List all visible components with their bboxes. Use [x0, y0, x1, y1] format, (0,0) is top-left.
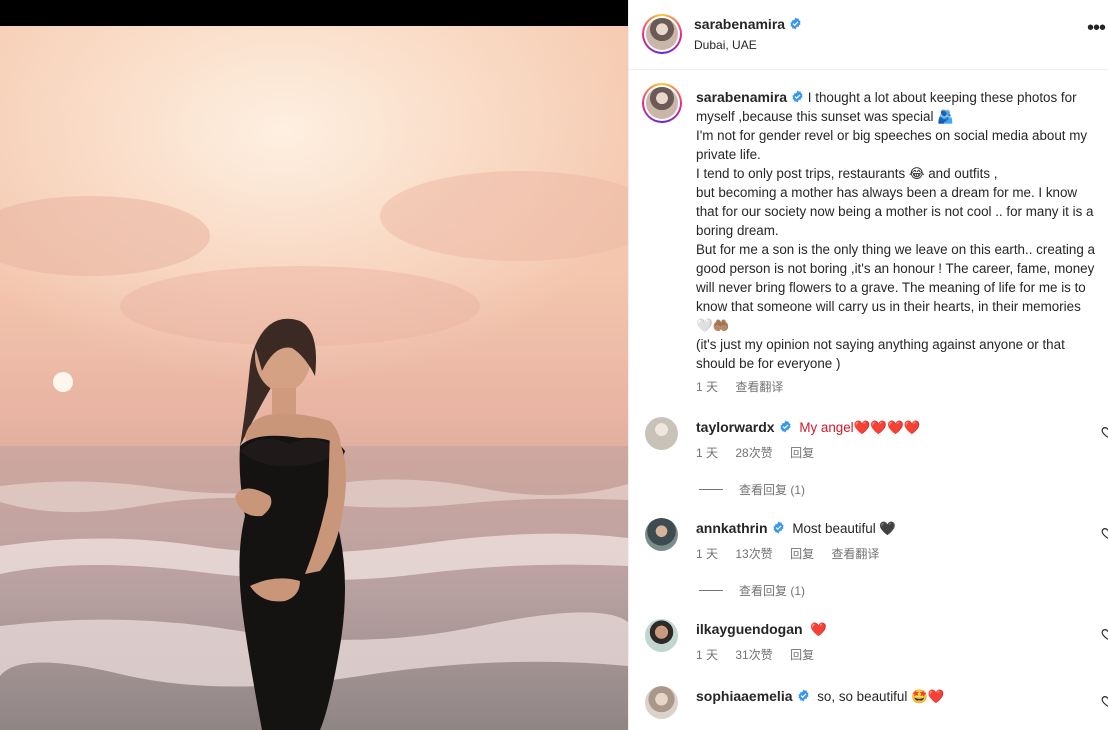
caption-author-avatar[interactable] [642, 83, 682, 123]
post-header: sarabenamira Dubai, UAE ••• [629, 0, 1108, 70]
comment-body: so, so beautiful 🤩❤️ [817, 689, 945, 704]
comment-username[interactable]: annkathrin [696, 520, 768, 536]
author-username[interactable]: sarabenamira [694, 16, 785, 32]
verified-badge-icon [790, 17, 801, 30]
comment-body: Most beautiful 🖤 [792, 521, 897, 536]
comment-avatar[interactable] [645, 417, 678, 450]
heart-outline-icon[interactable] [1101, 526, 1108, 540]
comment-likes[interactable]: 31次赞 [735, 648, 772, 662]
comment-likes[interactable]: 13次赞 [735, 547, 772, 561]
heart-outline-icon[interactable] [1101, 425, 1108, 439]
comment-avatar[interactable] [645, 619, 678, 652]
comment-likes[interactable]: 28次赞 [735, 446, 772, 460]
comment-body: My angel❤️❤️❤️❤️ [799, 420, 921, 435]
comment-meta: 1 天 28次赞 回复 [696, 444, 828, 461]
top-black-bar [0, 0, 628, 26]
verified-badge-icon [773, 521, 784, 534]
caption-text-5: But for me a son is the only thing we le… [696, 242, 1095, 333]
comment-translate-link[interactable]: 查看翻译 [831, 547, 879, 561]
comment-avatar[interactable] [645, 686, 678, 719]
post-side-panel: sarabenamira Dubai, UAE ••• sarabenamira… [628, 0, 1108, 730]
comment-avatar[interactable] [645, 518, 678, 551]
caption-translate-link[interactable]: 查看翻译 [735, 380, 783, 394]
view-replies-button[interactable]: 查看回复 (1) [699, 481, 805, 498]
comment-meta: 1 天 31次赞 回复 [696, 646, 828, 663]
post-caption: sarabenamira I thought a lot about keepi… [696, 88, 1101, 373]
caption-meta: 1 天 查看翻译 [696, 378, 797, 395]
replies-divider-line [699, 590, 723, 591]
comment-time: 1 天 [696, 547, 719, 561]
post-location[interactable]: Dubai, UAE [694, 38, 757, 52]
author-username-row[interactable]: sarabenamira [694, 16, 802, 34]
caption-author-username[interactable]: sarabenamira [696, 89, 787, 105]
verified-badge-icon [797, 689, 809, 702]
comment-time: 1 天 [696, 648, 719, 662]
replies-divider-line [699, 489, 723, 490]
comment-reply-button[interactable]: 回复 [790, 547, 814, 561]
caption-text-3: I tend to only post trips, restaurants 😂… [696, 166, 998, 181]
caption-text-6: (it's just my opinion not saying anythin… [696, 337, 1065, 371]
caption-line-1: sarabenamira I thought a lot about keepi… [696, 88, 1101, 126]
view-replies-label: 查看回复 (1) [739, 584, 806, 598]
verified-badge-icon [792, 90, 803, 103]
comment-username[interactable]: ilkayguendogan [696, 621, 803, 637]
comment-text-row: sophiaaemelia so, so beautiful 🤩❤️ [696, 688, 944, 705]
comment-meta: 1 天 13次赞 回复 查看翻译 [696, 545, 893, 562]
author-avatar[interactable] [642, 14, 682, 54]
post-photo[interactable] [0, 26, 628, 730]
comment-reply-button[interactable]: 回复 [790, 648, 814, 662]
more-options-icon[interactable]: ••• [1087, 18, 1108, 45]
caption-text-2: I'm not for gender revel or big speeches… [696, 128, 1088, 162]
comment-text-row: annkathrin Most beautiful 🖤 [696, 520, 896, 537]
view-replies-label: 查看回复 (1) [739, 483, 806, 497]
verified-badge-icon [780, 420, 791, 433]
heart-outline-icon[interactable] [1101, 627, 1108, 641]
post-photo-image [0, 26, 628, 730]
comment-username[interactable]: sophiaaemelia [696, 688, 793, 704]
view-replies-button[interactable]: 查看回复 (1) [699, 582, 805, 599]
heart-outline-icon[interactable] [1101, 694, 1108, 708]
comment-reply-button[interactable]: 回复 [790, 446, 814, 460]
comment-text-row: taylorwardx My angel❤️❤️❤️❤️ [696, 419, 920, 436]
caption-text-4: but becoming a mother has always been a … [696, 185, 1094, 238]
comment-body: ❤️ [810, 622, 827, 637]
comment-username[interactable]: taylorwardx [696, 419, 775, 435]
caption-time: 1 天 [696, 380, 719, 394]
comment-time: 1 天 [696, 446, 719, 460]
comment-text-row: ilkayguendogan ❤️ [696, 621, 827, 638]
